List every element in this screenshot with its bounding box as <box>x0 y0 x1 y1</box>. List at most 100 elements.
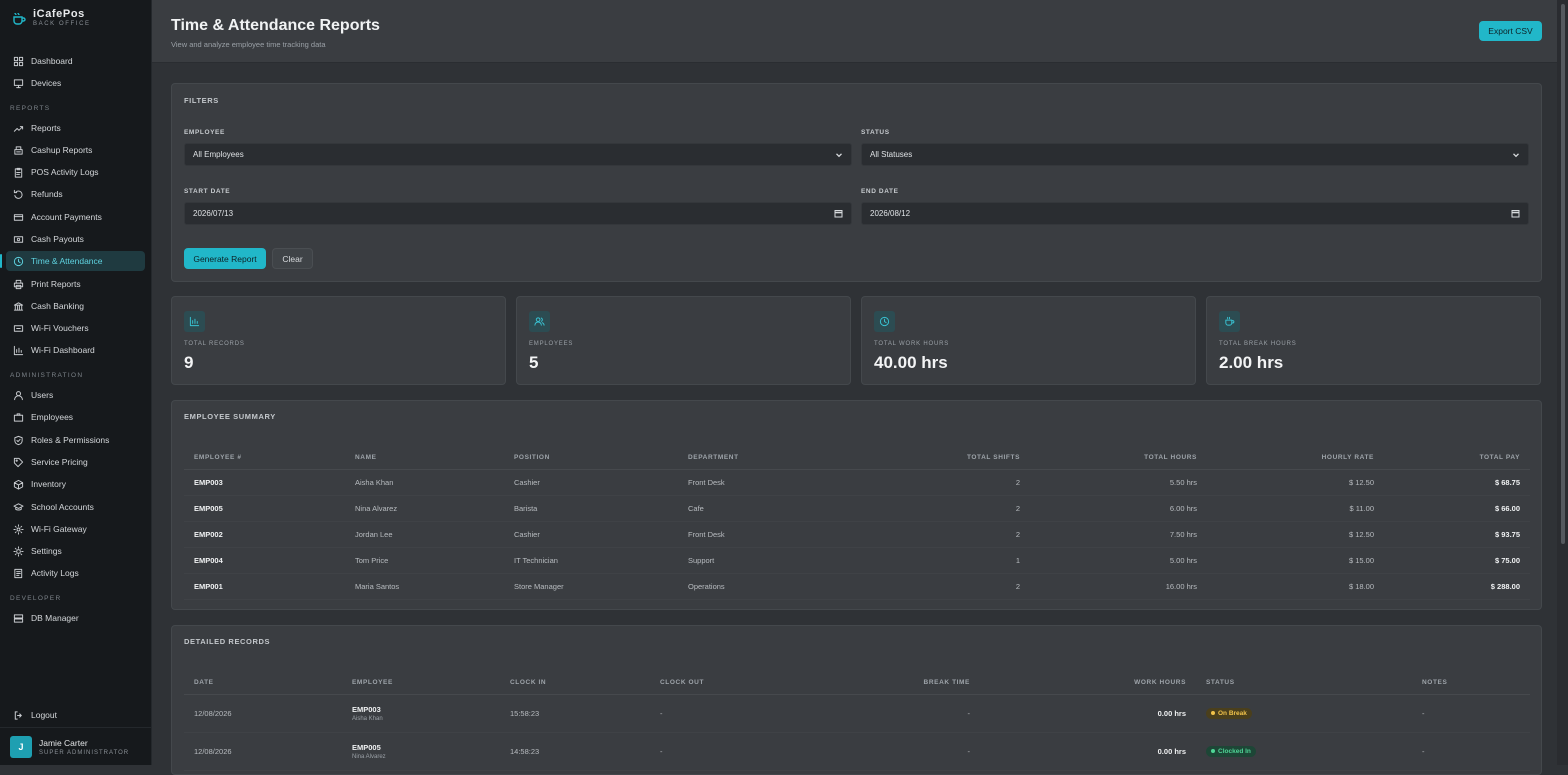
shield-icon <box>14 435 23 445</box>
status-select[interactable]: All Statuses <box>861 143 1529 166</box>
start-date-input[interactable]: 2026/07/13 <box>184 202 852 225</box>
cell-total-pay: $ 288.00 <box>1384 573 1530 600</box>
nav-section-administration: ADMINISTRATION <box>10 372 84 379</box>
end-date-label: END DATE <box>861 188 899 195</box>
sidebar-item-service-pricing[interactable]: Service Pricing <box>6 452 145 472</box>
scrollbar[interactable] <box>1557 0 1568 765</box>
column-header-clock-out[interactable]: CLOCK OUT <box>650 671 830 695</box>
sidebar-item-cashup-reports[interactable]: Cashup Reports <box>6 140 145 160</box>
stat-value: 2.00 hrs <box>1219 353 1284 372</box>
calendar-icon[interactable] <box>834 209 843 218</box>
column-header-hourly-rate[interactable]: HOURLY RATE <box>1207 446 1384 470</box>
logout-button[interactable]: Logout <box>6 705 145 725</box>
table-row[interactable]: EMP005 Nina Alvarez Barista Cafe 2 6.00 hrs $ … <box>184 495 1530 522</box>
ticket-icon <box>13 324 24 332</box>
cell-total-shifts: 2 <box>848 469 1030 496</box>
sidebar-item-school-accounts[interactable]: School Accounts <box>6 497 145 517</box>
sidebar-item-cash-banking[interactable]: Cash Banking <box>6 296 145 316</box>
cell-notes: - <box>1412 732 1530 771</box>
stat-label: TOTAL WORK HOURS <box>874 341 950 347</box>
column-header-total-shifts[interactable]: TOTAL SHIFTS <box>848 446 1030 470</box>
sidebar-item-account-payments[interactable]: Account Payments <box>6 207 145 227</box>
table-row[interactable]: 12/08/2026 EMP003 Aisha Khan 15:58:23- -0.00… <box>184 694 1530 733</box>
export-csv-button[interactable]: Export CSV <box>1479 21 1542 41</box>
sidebar-item-activity-logs[interactable]: Activity Logs <box>6 563 145 583</box>
sidebar-item-settings[interactable]: Settings <box>6 541 145 561</box>
sidebar-item-label: Cashup Reports <box>31 145 93 155</box>
cell-employee: EMP003 Aisha Khan <box>342 694 500 733</box>
sidebar-item-label: Account Payments <box>31 212 102 222</box>
employee-select[interactable]: All Employees <box>184 143 852 166</box>
sidebar-item-refunds[interactable]: Refunds <box>6 184 145 204</box>
brand[interactable]: iCafePos BACK OFFICE <box>12 8 91 27</box>
column-header-notes[interactable]: NOTES <box>1412 671 1530 695</box>
table-row[interactable]: 12/08/2026 EMP005 Nina Alvarez 14:58:23- -0.… <box>184 732 1530 771</box>
cell-notes: - <box>1412 694 1530 733</box>
scrollbar-thumb[interactable] <box>1561 4 1565 544</box>
clear-button[interactable]: Clear <box>272 248 313 269</box>
cell-name: Aisha Khan <box>345 469 504 496</box>
sidebar-item-label: Dashboard <box>31 56 73 66</box>
end-date-input[interactable]: 2026/08/12 <box>861 202 1529 225</box>
column-header-position[interactable]: POSITION <box>504 446 678 470</box>
table-header-row: DATE EMPLOYEE CLOCK IN CLOCK OUT BREAK TIME W… <box>184 671 1530 695</box>
sidebar-item-db-manager[interactable]: DB Manager <box>6 608 145 628</box>
column-header-break-time[interactable]: BREAK TIME <box>830 671 980 695</box>
table-row[interactable]: EMP004 Tom Price IT Technician Support 1 5.00… <box>184 547 1530 574</box>
status-label: STATUS <box>861 129 890 136</box>
table-row[interactable]: EMP003 Aisha Khan Cashier Front Desk 2 5.50 h… <box>184 469 1530 496</box>
cell-name: Maria Santos <box>345 573 504 600</box>
column-header-status[interactable]: STATUS <box>1196 671 1412 695</box>
calendar-icon[interactable] <box>1511 209 1520 218</box>
box-icon <box>13 479 24 490</box>
table-row[interactable]: EMP001 Maria Santos Store Manager Operation… <box>184 573 1530 600</box>
column-header-date[interactable]: DATE <box>184 671 342 695</box>
user-name: Jamie Carter <box>39 737 88 748</box>
cell-employee: EMP003 <box>184 469 345 496</box>
sidebar-item-devices[interactable]: Devices <box>6 73 145 93</box>
sidebar-item-print-reports[interactable]: Print Reports <box>6 274 145 294</box>
sidebar-item-wi-fi-gateway[interactable]: Wi-Fi Gateway <box>6 519 145 539</box>
cell-total-hours: 7.50 hrs <box>1030 521 1207 548</box>
start-date-value: 2026/07/13 <box>193 209 234 218</box>
clock-icon <box>13 256 24 266</box>
column-header-work-hours[interactable]: WORK HOURS <box>980 671 1196 695</box>
employee-id: EMP003 <box>352 704 381 714</box>
detailed-records-title: DETAILED RECORDS <box>184 637 271 646</box>
sidebar-item-wi-fi-vouchers[interactable]: Wi-Fi Vouchers <box>6 318 145 338</box>
sidebar-item-pos-activity-logs[interactable]: POS Activity Logs <box>6 162 145 182</box>
column-header-employee[interactable]: EMPLOYEE # <box>184 446 345 470</box>
column-header-total-pay[interactable]: TOTAL PAY <box>1384 446 1530 470</box>
column-header-employee[interactable]: EMPLOYEE <box>342 671 500 695</box>
sidebar-item-cash-payouts[interactable]: Cash Payouts <box>6 229 145 249</box>
employee-name: Nina Alvarez <box>352 753 386 760</box>
sidebar-item-wi-fi-dashboard[interactable]: Wi-Fi Dashboard <box>6 340 145 360</box>
column-header-department[interactable]: DEPARTMENT <box>678 446 848 470</box>
stat-icon <box>529 311 550 332</box>
generate-report-button[interactable]: Generate Report <box>184 248 266 269</box>
users-icon <box>534 317 545 326</box>
stat-card-total-records: TOTAL RECORDS 9 <box>171 296 506 385</box>
cell-name: Jordan Lee <box>345 521 504 548</box>
cell-total-pay: $ 93.75 <box>1384 521 1530 548</box>
sidebar-item-employees[interactable]: Employees <box>6 407 145 427</box>
column-header-clock-in[interactable]: CLOCK IN <box>500 671 650 695</box>
sidebar-item-reports[interactable]: Reports <box>6 118 145 138</box>
sidebar-item-label: School Accounts <box>31 502 94 512</box>
sidebar-item-inventory[interactable]: Inventory <box>6 474 145 494</box>
stat-label: EMPLOYEES <box>529 341 574 347</box>
cell-total-pay: $ 68.75 <box>1384 469 1530 496</box>
logout-icon <box>14 710 22 720</box>
sidebar-item-label: Print Reports <box>31 279 81 289</box>
column-header-total-hours[interactable]: TOTAL HOURS <box>1030 446 1207 470</box>
user-profile[interactable]: J Jamie Carter SUPER ADMINISTRATOR <box>0 727 151 765</box>
sidebar-item-dashboard[interactable]: Dashboard <box>6 51 145 71</box>
sidebar-item-label: Inventory <box>31 479 66 489</box>
sidebar-item-time-attendance[interactable]: Time & Attendance <box>0 251 145 271</box>
employee-summary-title: EMPLOYEE SUMMARY <box>184 412 276 421</box>
column-header-name[interactable]: NAME <box>345 446 504 470</box>
list-icon <box>14 568 23 578</box>
sidebar-item-users[interactable]: Users <box>6 385 145 405</box>
table-row[interactable]: EMP002 Jordan Lee Cashier Front Desk 2 7.50 h… <box>184 521 1530 548</box>
sidebar-item-roles-permissions[interactable]: Roles & Permissions <box>6 430 145 450</box>
